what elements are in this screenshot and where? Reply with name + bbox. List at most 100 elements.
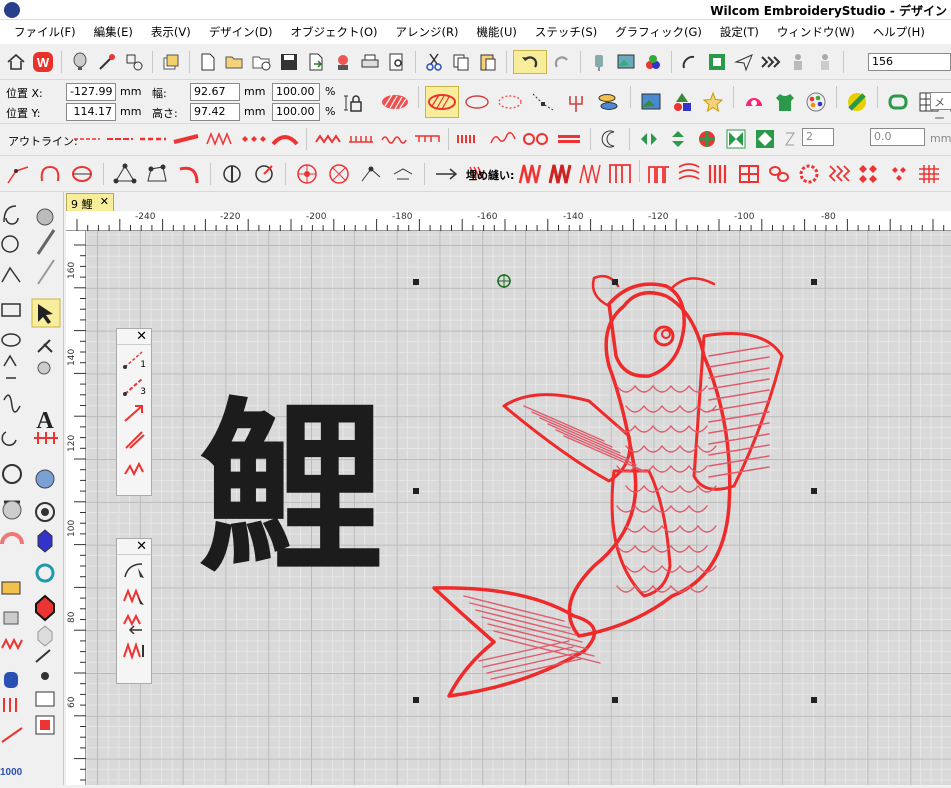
redo-icon[interactable]: [550, 50, 574, 74]
koi-fish-embroidery[interactable]: [404, 266, 824, 716]
rotation-center-icon[interactable]: [496, 273, 512, 289]
figure-alt-icon[interactable]: [813, 50, 837, 74]
green-square-icon[interactable]: [705, 50, 729, 74]
bead-line-icon[interactable]: [237, 127, 267, 151]
close-tab-icon[interactable]: ✕: [100, 195, 109, 208]
menu-graphic[interactable]: グラフィック(G): [606, 24, 711, 40]
figure-icon[interactable]: [786, 50, 810, 74]
method-field[interactable]: メート: [930, 92, 951, 141]
leaf-outline-icon[interactable]: [462, 86, 492, 118]
fill-chain-icon[interactable]: [765, 160, 793, 188]
hoop-green-icon[interactable]: [884, 86, 912, 118]
dotted-leaf-icon[interactable]: [495, 86, 525, 118]
fill-zigzag-icon[interactable]: [576, 160, 604, 188]
zigzag-line-icon[interactable]: [204, 127, 234, 151]
open-recent-icon[interactable]: [250, 50, 274, 74]
selection-handle-ml[interactable]: [413, 488, 419, 494]
hide-nodes-icon[interactable]: [389, 162, 417, 186]
shirt-icon[interactable]: [771, 86, 799, 118]
selection-handle-tl[interactable]: [413, 279, 419, 285]
panel2-reshape-tool[interactable]: [117, 555, 151, 582]
scale-height-field[interactable]: 100.00: [272, 103, 320, 121]
mirror-icon[interactable]: [723, 127, 749, 151]
menu-object[interactable]: オブジェクト(O): [282, 24, 387, 40]
send-icon[interactable]: [732, 50, 756, 74]
wave-line-icon[interactable]: [379, 127, 409, 151]
digitize-closed-icon[interactable]: [36, 162, 64, 186]
picture-frame-icon[interactable]: [637, 86, 665, 118]
crescent-icon[interactable]: [597, 127, 623, 151]
design-grid[interactable]: 鯉: [86, 231, 951, 785]
diamond-frame-icon[interactable]: [752, 127, 778, 151]
radial-target-icon[interactable]: [325, 162, 353, 186]
hot-air-balloon-icon[interactable]: [68, 50, 92, 74]
selection-handle-tm[interactable]: [612, 279, 618, 285]
close-panel-2-icon[interactable]: ✕: [136, 539, 147, 554]
stitch-count-field[interactable]: 156: [868, 53, 951, 71]
loop-line-icon[interactable]: [521, 127, 551, 151]
fish-pair-icon[interactable]: [594, 86, 624, 118]
fill-diamond-icon[interactable]: [855, 160, 883, 188]
height-field[interactable]: 97.42: [190, 103, 240, 121]
menu-help[interactable]: ヘルプ(H): [864, 24, 934, 40]
selection-handle-bm[interactable]: [612, 697, 618, 703]
fill-radial-icon[interactable]: [795, 160, 823, 188]
running-stitch-icon[interactable]: [72, 127, 102, 151]
fill-tatami-icon[interactable]: [546, 160, 574, 188]
open-object-icon[interactable]: [4, 162, 32, 186]
wilcom-logo-icon[interactable]: W: [31, 50, 55, 74]
node-path-icon[interactable]: [357, 162, 385, 186]
fill-step-icon[interactable]: [645, 160, 673, 188]
transform-icon[interactable]: [122, 50, 146, 74]
fill-grid-icon[interactable]: [915, 160, 943, 188]
panel2-fill-column-tool[interactable]: [117, 636, 151, 663]
copy-icon[interactable]: [449, 50, 473, 74]
selection-handle-tr[interactable]: [811, 279, 817, 285]
width-field[interactable]: 92.67: [190, 83, 240, 101]
reshape-polygon-icon[interactable]: [143, 162, 171, 186]
picture-icon[interactable]: [614, 50, 638, 74]
trident-icon[interactable]: [561, 86, 591, 118]
selection-handle-mr[interactable]: [811, 488, 817, 494]
flower-export-icon[interactable]: [331, 50, 355, 74]
fill-e-stitch-icon[interactable]: [606, 160, 634, 188]
fast-forward-icon[interactable]: [759, 50, 783, 74]
panel1-line-tool-3[interactable]: 3: [117, 372, 151, 399]
scale-width-field[interactable]: 100.00: [272, 83, 320, 101]
bar-line-icon[interactable]: [554, 127, 584, 151]
break-apart-icon[interactable]: [250, 162, 278, 186]
tatami-stitch-icon[interactable]: [425, 86, 459, 118]
corner-edit-icon[interactable]: [528, 86, 558, 118]
cross-arrows-icon[interactable]: [694, 127, 720, 151]
motif-run-icon[interactable]: [455, 127, 485, 151]
spiral-line-icon[interactable]: [488, 127, 518, 151]
menu-function[interactable]: 機能(U): [468, 24, 526, 40]
panel2-fill-select-tool[interactable]: [117, 582, 151, 609]
palette-icon[interactable]: [802, 86, 830, 118]
menu-settings[interactable]: 設定(T): [711, 24, 768, 40]
pos-y-field[interactable]: 114.17: [66, 103, 116, 121]
export-icon[interactable]: [304, 50, 328, 74]
menu-edit[interactable]: 編集(E): [85, 24, 142, 40]
outline-spin-field-1[interactable]: 2: [802, 128, 834, 146]
blanket-line-icon[interactable]: [313, 127, 343, 151]
wand-icon[interactable]: [95, 50, 119, 74]
reshape-nodes-icon[interactable]: [111, 162, 139, 186]
new-file-icon[interactable]: [196, 50, 220, 74]
shapes-icon[interactable]: [668, 86, 696, 118]
fill-pattern-icon[interactable]: [825, 160, 853, 188]
cap-icon[interactable]: [740, 86, 768, 118]
color-wheel-icon[interactable]: [843, 86, 871, 118]
menu-view[interactable]: 表示(V): [142, 24, 200, 40]
fill-bead-icon[interactable]: [885, 160, 913, 188]
star-icon[interactable]: [699, 86, 727, 118]
layers-icon[interactable]: [159, 50, 183, 74]
fill-column-icon[interactable]: [705, 160, 733, 188]
outline-spin-field-2[interactable]: 0.0: [870, 128, 925, 146]
triple-run-icon[interactable]: [105, 127, 135, 151]
arrow-stitch-icon[interactable]: [432, 162, 460, 186]
satin-line-icon[interactable]: [171, 127, 201, 151]
open-folder-icon[interactable]: [223, 50, 247, 74]
menu-window[interactable]: ウィンドウ(W): [768, 24, 864, 40]
panel2-fill-back-tool[interactable]: [117, 609, 151, 636]
